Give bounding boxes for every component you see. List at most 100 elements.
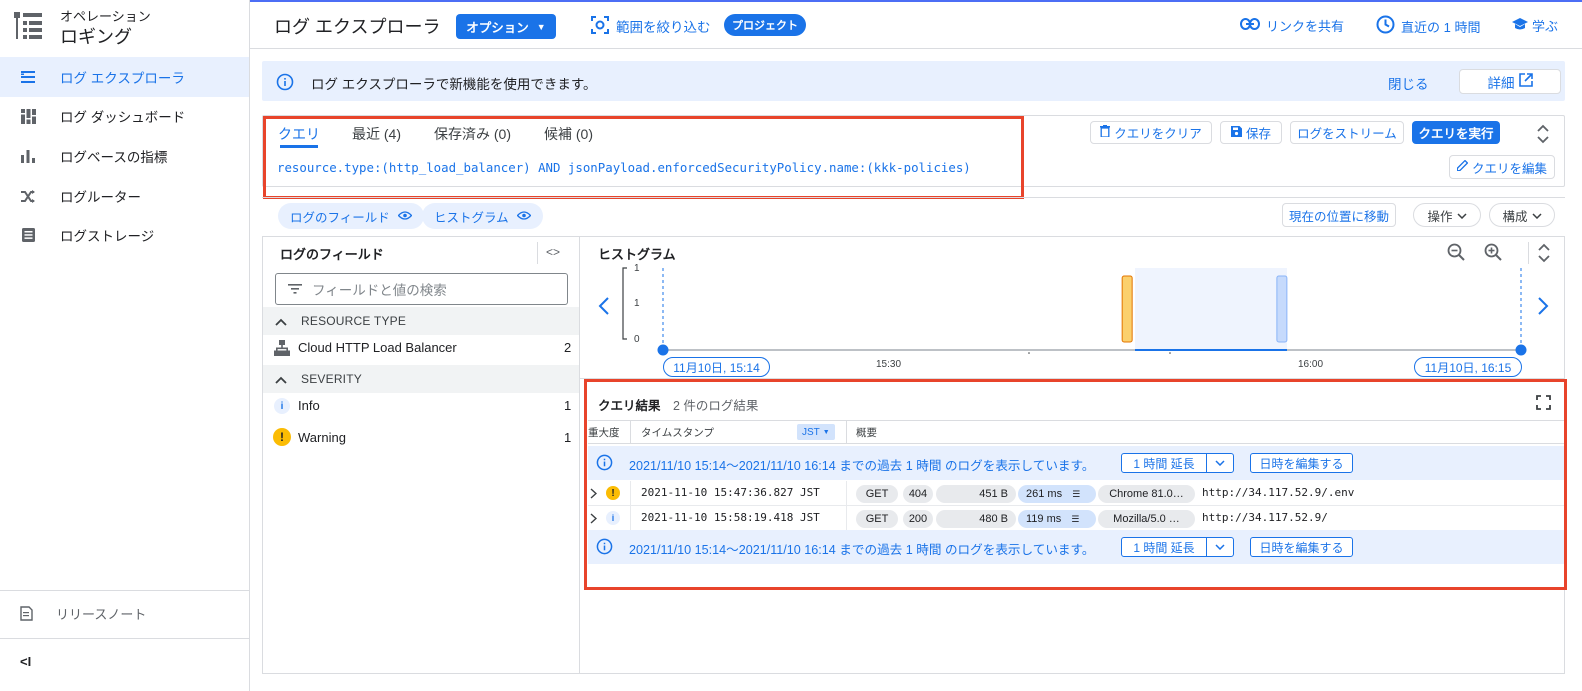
divider <box>1528 242 1529 264</box>
field-count: 1 <box>564 398 572 413</box>
actions-label: 操作 <box>1427 209 1453 224</box>
release-notes-link[interactable]: リリースノート <box>20 604 146 623</box>
sidebar-item-log-explorer[interactable]: ログ エクスプローラ <box>0 57 249 97</box>
banner-details-button[interactable]: 詳細 <box>1459 69 1561 94</box>
field-name: Warning <box>298 430 346 445</box>
zoom-out-icon[interactable] <box>1447 243 1465 264</box>
jump-to-now-button[interactable]: 現在の位置に移動 <box>1282 203 1396 227</box>
load-balancer-icon <box>274 340 290 359</box>
app-title: ロギング <box>60 27 132 47</box>
sidebar-item-label: ログ ダッシュボード <box>60 110 186 125</box>
histogram-prev-button[interactable] <box>598 296 610 319</box>
school-icon <box>1512 17 1528 34</box>
x-tick-label: 16:00 <box>1298 359 1324 370</box>
sidebar-item-log-router[interactable]: ログルーター <box>0 176 249 216</box>
share-link-button[interactable]: リンクを共有 <box>1240 16 1344 35</box>
share-link-label: リンクを共有 <box>1266 19 1345 34</box>
trash-icon <box>1100 125 1111 140</box>
time-range-label: 直近の 1 時間 <box>1401 19 1481 35</box>
field-row-load-balancer[interactable]: Cloud HTTP Load Balancer 2 <box>263 333 579 363</box>
filter-icon <box>288 282 302 297</box>
edit-query-label: クエリを編集 <box>1471 161 1547 176</box>
dashboard-icon <box>20 108 36 124</box>
config-dropdown[interactable]: 構成 <box>1489 203 1555 227</box>
sidebar-item-label: ログルーター <box>60 190 141 205</box>
scope-badge[interactable]: プロジェクト <box>724 14 806 36</box>
histogram-bar[interactable] <box>1276 275 1288 343</box>
actions-dropdown[interactable]: 操作 <box>1413 203 1481 227</box>
stream-logs-label: ログをストリーム <box>1297 127 1397 141</box>
code-toggle-icon[interactable]: <> <box>546 245 560 259</box>
range-end-handle[interactable] <box>1515 344 1527 356</box>
collapse-sidebar-button[interactable]: <I <box>20 654 31 669</box>
open-in-new-icon <box>1518 73 1533 90</box>
link-icon <box>1240 18 1260 33</box>
field-count: 2 <box>564 340 572 355</box>
banner-close-button[interactable]: 閉じる <box>1388 73 1429 93</box>
log-fields-chip[interactable]: ログのフィールド <box>278 203 424 229</box>
sidebar-item-log-metrics[interactable]: ログベースの指標 <box>0 136 249 176</box>
expand-collapse-icon[interactable] <box>1536 124 1550 144</box>
histogram-chip[interactable]: ヒストグラム <box>422 203 543 229</box>
field-row-info[interactable]: i Info 1 <box>263 391 579 421</box>
chevron-down-icon <box>1531 208 1542 222</box>
fields-panel-title: ログのフィールド <box>280 247 384 262</box>
field-search-input[interactable]: フィールドと値の検索 <box>275 273 568 305</box>
clear-query-label: クエリをクリア <box>1114 127 1202 141</box>
histogram-bar[interactable] <box>1121 275 1133 343</box>
save-icon <box>1230 125 1242 140</box>
resource-type-header[interactable]: RESOURCE TYPE <box>263 307 579 335</box>
histogram-chip-label: ヒストグラム <box>434 210 509 225</box>
edit-query-button[interactable]: クエリを編集 <box>1449 155 1555 179</box>
learn-button[interactable]: 学ぶ <box>1512 16 1558 35</box>
divider <box>537 242 538 264</box>
severity-header[interactable]: SEVERITY <box>263 365 579 393</box>
range-start-handle[interactable] <box>657 344 669 356</box>
clear-query-button[interactable]: クエリをクリア <box>1090 121 1212 144</box>
divider <box>0 590 249 591</box>
info-severity-icon: i <box>274 398 290 414</box>
sidebar-item-label: ログ エクスプローラ <box>60 71 185 86</box>
run-query-button[interactable]: クエリを実行 <box>1412 121 1500 144</box>
highlight-results-box <box>584 379 1567 590</box>
field-search-placeholder: フィールドと値の検索 <box>312 283 447 298</box>
save-query-button[interactable]: 保存 <box>1220 121 1282 144</box>
x-tick-label: 15:30 <box>876 359 902 370</box>
logging-logo-icon <box>14 12 42 40</box>
selected-range <box>1135 268 1287 350</box>
chevron-up-icon <box>275 315 287 329</box>
range-start-label[interactable]: 11月10日, 15:14 <box>663 357 770 377</box>
field-name: Cloud HTTP Load Balancer <box>298 340 457 355</box>
divider <box>262 197 1565 198</box>
options-dropdown[interactable]: オプション ▼ <box>456 14 556 39</box>
time-range-button[interactable]: 直近の 1 時間 <box>1376 15 1480 37</box>
range-end-label[interactable]: 11月10日, 16:15 <box>1414 357 1522 377</box>
refine-scope-link[interactable]: 範囲を絞り込む <box>616 16 711 36</box>
banner-text: ログ エクスプローラで新機能を使用できます。 <box>311 77 597 92</box>
save-query-label: 保存 <box>1245 127 1271 141</box>
y-axis <box>622 267 627 340</box>
sidebar-item-log-dashboard[interactable]: ログ ダッシュボード <box>0 96 249 136</box>
sidebar-item-log-storage[interactable]: ログストレージ <box>0 215 249 255</box>
learn-label: 学ぶ <box>1532 19 1559 34</box>
severity-label: SEVERITY <box>301 372 362 386</box>
clock-icon <box>1376 15 1395 37</box>
caret-down-icon: ▼ <box>536 21 546 32</box>
field-row-warning[interactable]: ! Warning 1 <box>263 422 579 452</box>
sidebar: オペレーション ロギング ログ エクスプローラ ログ ダッシュボード ログベース… <box>0 0 250 691</box>
info-icon <box>276 73 294 91</box>
zoom-in-icon[interactable] <box>1484 243 1502 264</box>
options-label: オプション <box>466 21 529 35</box>
stream-logs-button[interactable]: ログをストリーム <box>1290 121 1404 144</box>
log-fields-chip-label: ログのフィールド <box>290 210 390 225</box>
header-divider <box>250 48 1582 49</box>
panel-divider <box>579 236 580 674</box>
refine-scope-icon[interactable] <box>590 15 610 35</box>
storage-icon <box>20 227 36 243</box>
minor-tick <box>1028 352 1030 354</box>
histogram-chart[interactable] <box>620 262 1540 362</box>
bar-chart-icon <box>20 148 36 164</box>
release-notes-label: リリースノート <box>56 607 147 622</box>
field-name: Info <box>298 398 320 413</box>
release-notes-icon <box>20 605 36 622</box>
